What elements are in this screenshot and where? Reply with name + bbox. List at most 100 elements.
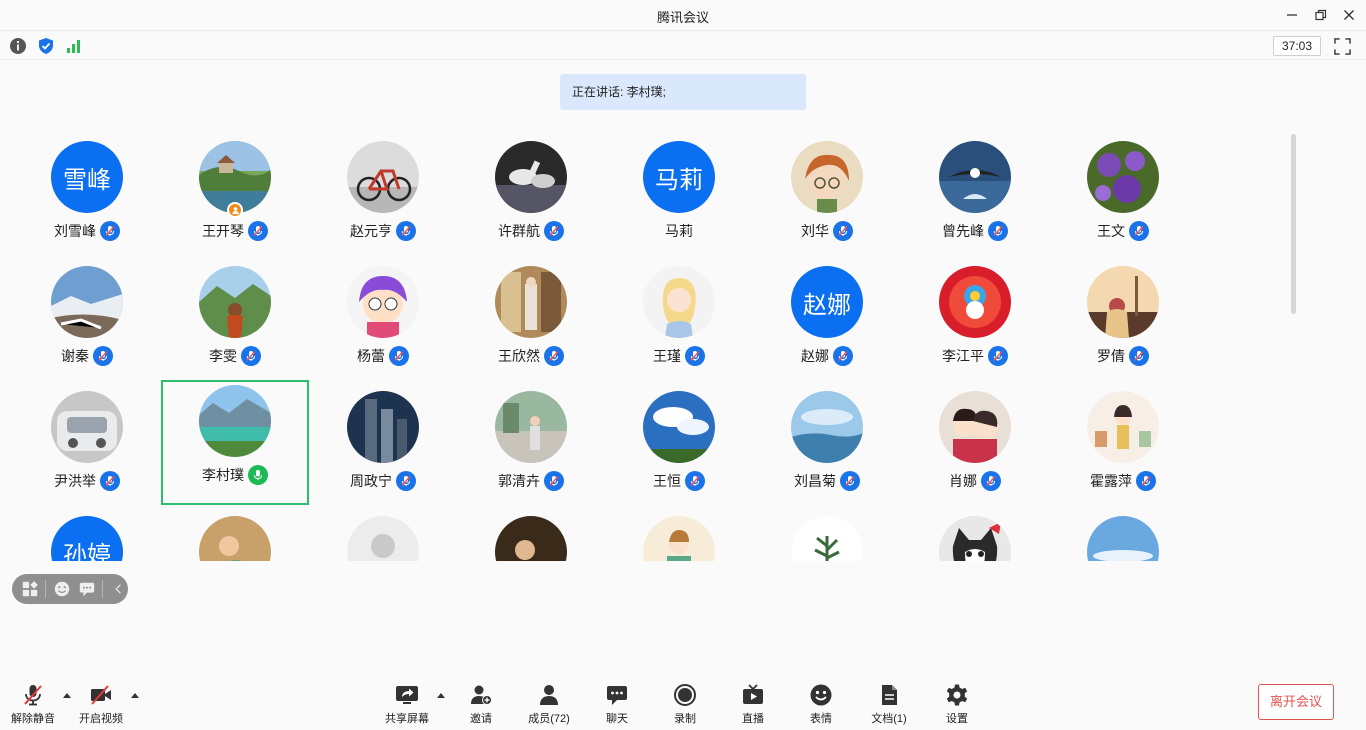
participant-label: 曾先峰 [901,220,1049,242]
mic-icon[interactable] [833,221,853,241]
participant-tile[interactable] [753,505,901,561]
restore-button[interactable] [1310,5,1332,25]
chat-bubble-icon[interactable] [77,579,96,599]
participant-tile[interactable]: 肖娜 [901,380,1049,505]
participant-label: 刘华 [753,220,901,242]
mic-icon[interactable] [389,346,409,366]
mic-icon[interactable] [544,221,564,241]
mic-icon[interactable] [100,221,120,241]
participant-label: 李村璞 [161,464,309,486]
mic-icon[interactable] [544,471,564,491]
live-button[interactable]: 直播 [718,682,788,726]
signal-icon[interactable] [65,37,83,55]
participant-tile[interactable]: 刘昌菊 [753,380,901,505]
participant-tile[interactable]: 雪峰 刘雪峰 [13,130,161,255]
participant-tile[interactable]: 霍露萍 [1049,380,1197,505]
security-shield-icon[interactable] [37,37,55,55]
mic-icon[interactable] [100,471,120,491]
participant-tile[interactable]: 郭清卉 [457,380,605,505]
participant-avatar [643,266,715,338]
collapse-chevron-icon[interactable] [109,579,128,599]
docs-button[interactable]: 文档(1) [854,682,924,726]
participant-tile[interactable]: 曾先峰 [901,130,1049,255]
participant-name: 罗倩 [1097,348,1125,364]
mic-icon[interactable] [833,346,853,366]
chat-icon [604,682,630,707]
mic-icon[interactable] [988,346,1008,366]
mic-icon[interactable] [544,346,564,366]
participant-label: 罗倩 [1049,345,1197,367]
participant-name: 许群航 [498,223,540,239]
participant-tile[interactable] [605,505,753,561]
fullscreen-icon[interactable] [1332,37,1352,55]
info-icon[interactable] [9,37,27,55]
participant-avatar [939,391,1011,463]
mic-icon[interactable] [241,346,261,366]
mic-icon[interactable] [685,346,705,366]
participant-avatar [1087,266,1159,338]
emoji-icon[interactable] [52,579,71,599]
participant-tile[interactable]: 王开琴 [161,130,309,255]
participant-tile[interactable]: 王文 [1049,130,1197,255]
participant-tile[interactable] [457,505,605,561]
leave-meeting-button[interactable]: 离开会议 [1258,684,1334,720]
participant-label: 许群航 [457,220,605,242]
mic-icon[interactable] [981,471,1001,491]
participant-tile[interactable]: 许群航 [457,130,605,255]
mic-icon[interactable] [396,471,416,491]
participant-tile[interactable] [309,505,457,561]
participant-tile[interactable]: 周政宁 [309,380,457,505]
participant-tile[interactable]: 谢秦 [13,255,161,380]
settings-button[interactable]: 设置 [922,682,992,726]
mic-icon[interactable] [248,221,268,241]
participant-tile[interactable]: 孙婷 [13,505,161,561]
participant-name: 李村璞 [202,467,244,483]
participant-tile[interactable]: 罗倩 [1049,255,1197,380]
speaking-banner: 正在讲话: 李村璞; [560,74,806,110]
unmute-button[interactable]: 解除静音 [0,682,68,726]
record-button[interactable]: 录制 [650,682,720,726]
unmute-label: 解除静音 [11,713,55,725]
participant-tile[interactable]: 尹洪举 [13,380,161,505]
participant-label: 马莉 [605,220,753,242]
start-video-button[interactable]: 开启视频 [66,682,136,726]
participant-name: 王开琴 [202,223,244,239]
participant-label: 李江平 [901,345,1049,367]
participant-tile[interactable]: 杨蕾 [309,255,457,380]
participant-tile[interactable]: 马莉 马莉 [605,130,753,255]
participant-tile[interactable]: 李雯 [161,255,309,380]
layout-grid-icon[interactable] [20,579,39,599]
mic-icon[interactable] [685,471,705,491]
participant-tile[interactable]: 赵元亨 [309,130,457,255]
mic-active-icon[interactable] [248,465,268,485]
mic-icon[interactable] [93,346,113,366]
invite-button[interactable]: 邀请 [446,682,516,726]
participant-tile[interactable]: 李江平 [901,255,1049,380]
live-label: 直播 [742,713,764,725]
bottom-toolbar: 解除静音 开启视频 共享屏幕 邀请 成员(72) 聊天 录制 直播 表情 文档(… [0,672,1366,730]
mic-icon[interactable] [396,221,416,241]
participant-tile[interactable] [1049,505,1197,561]
video-options-caret-icon[interactable] [129,690,141,700]
members-button[interactable]: 成员(72) [514,682,584,726]
participant-tile[interactable] [161,505,309,561]
participant-tile[interactable]: 赵娜 赵娜 [753,255,901,380]
mic-icon[interactable] [1129,221,1149,241]
participant-tile[interactable] [901,505,1049,561]
close-button[interactable] [1338,5,1360,25]
mic-icon[interactable] [1136,471,1156,491]
grid-scrollbar[interactable] [1291,134,1296,314]
share-screen-button[interactable]: 共享屏幕 [372,682,442,726]
chat-button[interactable]: 聊天 [582,682,652,726]
minimize-button[interactable] [1281,5,1303,25]
docs-label: 文档(1) [871,713,907,725]
participant-tile[interactable]: 王瑾 [605,255,753,380]
mic-icon[interactable] [1129,346,1149,366]
participant-tile[interactable]: 刘华 [753,130,901,255]
mic-icon[interactable] [840,471,860,491]
participant-tile[interactable]: 王欣然 [457,255,605,380]
emoji-button[interactable]: 表情 [786,682,856,726]
mic-icon[interactable] [988,221,1008,241]
participant-tile[interactable]: 李村璞 [161,380,309,505]
participant-tile[interactable]: 王恒 [605,380,753,505]
